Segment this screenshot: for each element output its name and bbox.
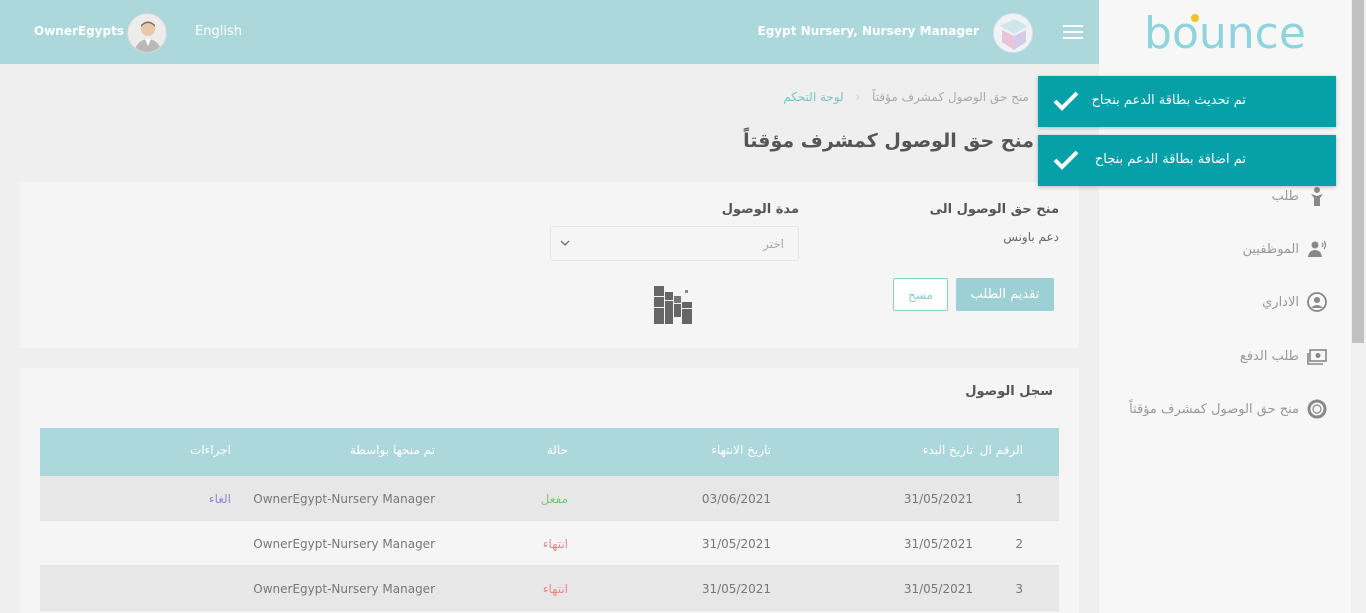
clear-button[interactable]: مسح <box>893 278 948 311</box>
status-badge: انتهاء <box>542 537 568 551</box>
chevron-down-icon <box>560 240 570 247</box>
col-actions: اجراءات <box>190 443 231 457</box>
cell-granted-by: OwnerEgypt-Nursery Manager <box>253 492 435 506</box>
breadcrumb-home[interactable]: لوحة التحكم <box>783 90 844 104</box>
col-id: الرقم ال <box>979 443 1023 457</box>
request-icon <box>1307 186 1327 206</box>
sidebar-item-temp-admin[interactable]: منح حق الوصول كمشرف مؤقتاً <box>1129 399 1327 419</box>
access-log-title: سجل الوصول <box>965 384 1053 399</box>
check-icon <box>1053 91 1079 111</box>
sidebar-item-request[interactable]: طلب <box>1272 186 1327 206</box>
sidebar-item-admin[interactable]: الاداري <box>1262 292 1327 312</box>
hamburger-menu-icon[interactable] <box>1063 25 1083 41</box>
org-label: Egypt Nursery, Nursery Manager <box>757 24 979 38</box>
admin-icon <box>1307 292 1327 312</box>
page-title: منح حق الوصول كمشرف مؤقتاً <box>743 130 1034 152</box>
sidebar-item-label: طلب الدفع <box>1239 348 1299 364</box>
col-granted-by: تم منحها بواسطة <box>349 443 435 457</box>
submit-request-button[interactable]: تقديم الطلب <box>956 278 1054 311</box>
breadcrumb-separator: ‹ <box>855 90 861 104</box>
breadcrumb-current: منح حق الوصول كمشرف مؤقتاً <box>872 90 1029 104</box>
access-log-card: سجل الوصول الرقم ال تاريخ البدء تاريخ ال… <box>20 368 1079 613</box>
duration-placeholder: اختر <box>763 237 784 251</box>
lifebuoy-icon <box>1307 399 1327 419</box>
scrollbar-thumb[interactable] <box>1352 0 1364 343</box>
main-content: منح حق الوصول كمشرف مؤقتاً ‹ لوحة التحكم… <box>0 64 1099 613</box>
status-badge: مفعل <box>540 492 568 506</box>
status-badge: انتهاء <box>542 582 568 596</box>
col-status: حالة <box>546 443 568 457</box>
table-row: 2 31/05/2021 31/05/2021 انتهاء OwnerEgyp… <box>40 521 1059 566</box>
cell-start: 31/05/2021 <box>903 492 973 506</box>
cell-granted-by: OwnerEgypt-Nursery Manager <box>253 582 435 596</box>
bounce-logo[interactable]: bounce <box>1143 8 1307 56</box>
loading-spinner-icon <box>654 286 692 324</box>
table-header: الرقم ال تاريخ البدء تاريخ الانتهاء حالة… <box>40 428 1059 476</box>
cell-granted-by: OwnerEgypt-Nursery Manager <box>253 537 435 551</box>
cell-end: 03/06/2021 <box>701 492 771 506</box>
access-log-table: الرقم ال تاريخ البدء تاريخ الانتهاء حالة… <box>40 428 1059 611</box>
org-logo <box>993 13 1033 53</box>
user-avatar[interactable] <box>127 13 167 53</box>
cell-end: 31/05/2021 <box>701 582 771 596</box>
payment-icon <box>1307 346 1327 366</box>
check-icon <box>1053 150 1079 170</box>
toast-notification[interactable]: تم اضافة بطاقة الدعم بنجاح <box>1038 135 1336 186</box>
sidebar-item-label: الاداري <box>1262 294 1299 310</box>
sidebar-item-employees[interactable]: الموظفيين <box>1243 239 1327 259</box>
cell-start: 31/05/2021 <box>903 537 973 551</box>
duration-label: مدة الوصول <box>721 202 799 217</box>
grant-to-label: منح حق الوصول الى <box>929 202 1059 217</box>
table-row: 3 31/05/2021 31/05/2021 انتهاء OwnerEgyp… <box>40 566 1059 611</box>
language-switch[interactable]: English <box>195 24 242 39</box>
cell-start: 31/05/2021 <box>903 582 973 596</box>
cancel-link[interactable]: الغاء <box>209 492 231 506</box>
cell-id: 3 <box>1015 582 1023 596</box>
grant-access-form: منح حق الوصول الى دعم باونس مدة الوصول ا… <box>20 182 1079 348</box>
breadcrumb: منح حق الوصول كمشرف مؤقتاً ‹ لوحة التحكم <box>783 90 1029 104</box>
table-row: 1 31/05/2021 03/06/2021 مفعل OwnerEgypt-… <box>40 476 1059 521</box>
toast-message: تم تحديث بطاقة الدعم بنجاح <box>1091 93 1246 108</box>
sidebar-item-label: طلب <box>1271 188 1299 204</box>
cell-end: 31/05/2021 <box>701 537 771 551</box>
logo-text: bounce <box>1144 8 1306 56</box>
sidebar-item-payment[interactable]: طلب الدفع <box>1240 346 1327 366</box>
top-header: OwnerEgypts English Egypt Nursery, Nurse… <box>0 0 1099 64</box>
sidebar-item-label: الموظفيين <box>1242 241 1299 257</box>
toast-message: تم اضافة بطاقة الدعم بنجاح <box>1094 152 1246 167</box>
cell-id: 1 <box>1015 492 1023 506</box>
col-start-date: تاريخ البدء <box>922 443 973 457</box>
grant-to-value: دعم باونس <box>1003 230 1059 244</box>
col-end-date: تاريخ الانتهاء <box>711 443 771 457</box>
user-name[interactable]: OwnerEgypts <box>34 24 124 38</box>
employees-icon <box>1307 239 1327 259</box>
duration-select[interactable]: اختر <box>550 226 799 261</box>
cell-id: 2 <box>1015 537 1023 551</box>
sidebar-item-label: منح حق الوصول كمشرف مؤقتاً <box>1129 401 1299 417</box>
toast-notification[interactable]: تم تحديث بطاقة الدعم بنجاح <box>1038 76 1336 127</box>
